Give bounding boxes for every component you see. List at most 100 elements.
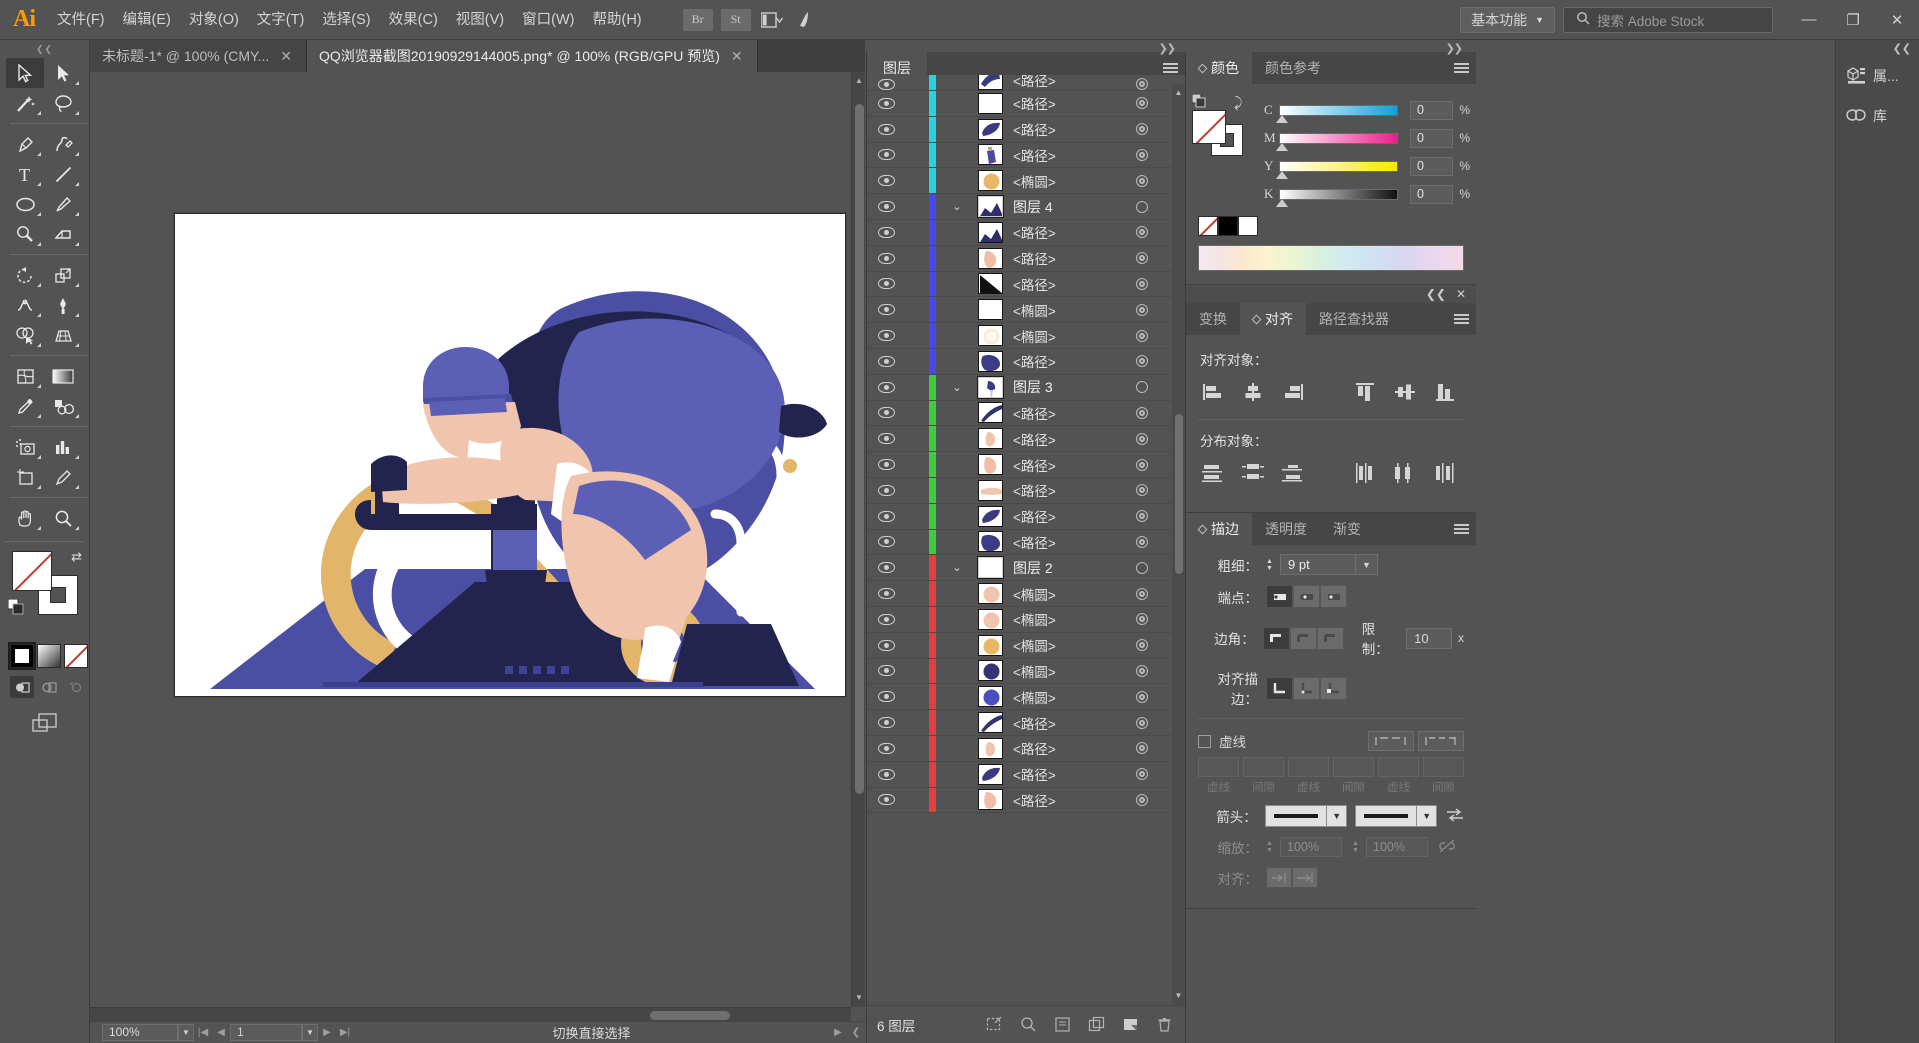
toggle-visibility[interactable] [867,510,905,522]
object-row[interactable]: <椭圆> [867,297,1185,324]
zoom-tool[interactable] [44,503,82,533]
layers-collapse-icon[interactable]: ❯❯ [1159,42,1176,55]
layer-name[interactable]: <椭圆> [1003,300,1119,320]
shape-builder-tool[interactable] [6,320,44,350]
status-resize-icon[interactable]: ❮ [847,1027,865,1038]
hand-tool[interactable] [6,503,44,533]
expand-collapse-icon[interactable]: ⌄ [936,200,978,213]
visibility-icon[interactable] [877,79,895,90]
layer-name[interactable]: <椭圆> [1003,584,1119,604]
stroke-weight-input[interactable]: 9 pt [1280,554,1356,575]
rotate-tool[interactable] [6,260,44,290]
layer-list[interactable]: <路径> <路径> <路径> <路径> <椭圆> ⌄ 图层 4 <路径> <路径> <路径> <椭圆… [867,75,1185,1005]
target-indicator[interactable] [1119,587,1165,600]
visibility-icon[interactable] [877,510,895,522]
toggle-visibility[interactable] [867,252,905,264]
stock-button[interactable]: St [720,8,751,31]
expand-collapse-icon[interactable]: ⌄ [936,561,978,574]
distribute-vertical-center-icon[interactable] [1238,460,1268,486]
target-indicator[interactable] [1119,97,1165,110]
draw-behind-icon[interactable] [37,676,61,698]
target-indicator[interactable] [1119,535,1165,548]
status-menu-icon[interactable]: ▶ [829,1027,847,1038]
layer-name[interactable]: <椭圆> [1003,609,1119,629]
draw-inside-icon[interactable] [64,676,88,698]
object-row[interactable]: <路径> [867,710,1185,736]
tab-color[interactable]: 颜色 [1186,52,1252,84]
artboard-dropdown-icon[interactable]: ▼ [302,1024,318,1041]
object-row[interactable]: <路径> [867,787,1185,814]
align-top-icon[interactable] [1350,379,1380,405]
width-tool[interactable] [6,290,44,320]
slice-tool[interactable] [44,462,82,492]
tab-stroke[interactable]: 描边 [1186,513,1252,545]
visibility-icon[interactable] [877,175,895,187]
menu-object[interactable]: 对象(O) [180,0,248,40]
object-row[interactable]: <路径> [867,116,1185,143]
menu-file[interactable]: 文件(F) [48,0,114,40]
toggle-visibility[interactable] [867,536,905,548]
visibility-icon[interactable] [877,252,895,264]
layer-name[interactable]: <椭圆> [1003,687,1119,707]
restore-button[interactable]: ❐ [1831,0,1875,40]
toggle-visibility[interactable] [867,226,905,238]
arrow-scale-input-1[interactable]: 100% [1280,837,1342,857]
layer-name[interactable]: <路径> [1003,145,1119,165]
target-indicator[interactable] [1119,381,1165,394]
slider-knob-c[interactable] [1275,114,1288,123]
scroll-down-icon[interactable]: ▼ [852,991,866,1005]
dock-item-properties[interactable]: 属... [1836,56,1919,96]
tab-transparency[interactable]: 透明度 [1252,513,1320,545]
object-row[interactable]: <椭圆> [867,632,1185,659]
toggle-visibility[interactable] [867,588,905,600]
toggle-visibility[interactable] [867,639,905,651]
distribute-left-icon[interactable] [1350,460,1380,486]
visibility-icon[interactable] [877,433,895,445]
slider-knob-y[interactable] [1275,170,1288,179]
tab-transform[interactable]: 变换 [1186,303,1240,335]
toggle-visibility[interactable] [867,79,905,90]
visibility-icon[interactable] [877,639,895,651]
visibility-icon[interactable] [877,562,895,574]
arrange-documents-icon[interactable] [755,6,789,34]
arrow-start-select[interactable] [1264,805,1328,827]
locate-object-icon[interactable] [1011,1006,1045,1043]
arrow-scale-stepper-2[interactable]: ▲ ▼ [1352,840,1366,854]
menu-type[interactable]: 文字(T) [248,0,314,40]
object-row[interactable]: <路径> [867,91,1185,117]
slider-track-y[interactable] [1275,160,1398,179]
eyedropper-tool[interactable] [6,391,44,421]
close-icon[interactable]: ✕ [278,48,294,65]
target-indicator[interactable] [1119,639,1165,652]
toggle-visibility[interactable] [867,123,905,135]
distribute-right-icon[interactable] [1430,460,1460,486]
swap-arrowheads-icon[interactable] [1446,807,1464,826]
object-row[interactable]: <路径> [867,735,1185,762]
document-tab-2[interactable]: QQ浏览器截图20190929144005.png* @ 100% (RGB/G… [306,40,758,72]
tab-pathfinder[interactable]: 路径查找器 [1306,303,1402,335]
object-row[interactable]: <路径> [867,529,1185,556]
target-indicator[interactable] [1119,432,1165,445]
none-swatch[interactable] [1198,216,1218,236]
target-indicator[interactable] [1119,406,1165,419]
toggle-visibility[interactable] [867,459,905,471]
horizontal-scroll-thumb[interactable] [650,1011,730,1020]
toggle-visibility[interactable] [867,613,905,625]
align-stroke-outside-icon[interactable] [1320,676,1347,700]
direct-selection-tool[interactable] [44,58,82,88]
slider-track-k[interactable] [1275,188,1398,207]
layer-name[interactable]: <路径> [1003,429,1119,449]
layer-row[interactable]: ⌄ 图层 4 [867,194,1185,220]
round-join-icon[interactable] [1289,626,1317,650]
layers-scroll-down-icon[interactable]: ▼ [1172,989,1185,1003]
object-row[interactable]: <路径> [867,503,1185,530]
layer-name[interactable]: <路径> [1003,351,1119,371]
slider-track-m[interactable] [1275,132,1398,151]
slider-value-y[interactable]: 0 [1410,156,1454,176]
target-indicator[interactable] [1119,510,1165,523]
toggle-visibility[interactable] [867,691,905,703]
layer-row[interactable]: ⌄ 图层 2 [867,555,1185,582]
slider-value-k[interactable]: 0 [1410,184,1454,204]
vertical-scroll-thumb[interactable] [855,104,864,794]
toggle-visibility[interactable] [867,407,905,419]
